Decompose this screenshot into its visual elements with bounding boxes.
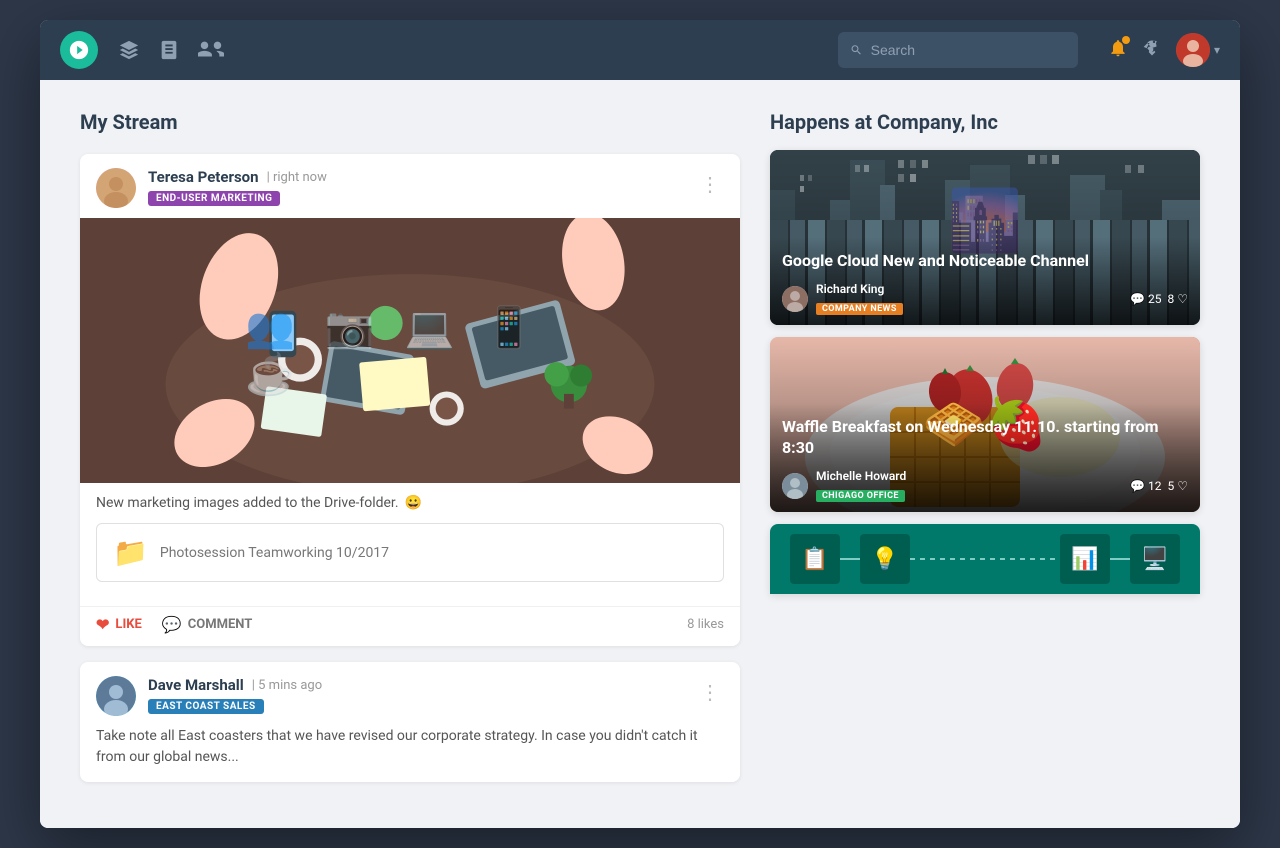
news-image-green: 📋 💡 📊 🖥️ — [770, 524, 1200, 594]
search-icon — [850, 43, 863, 57]
news-author-info-2: Michelle Howard CHIGAGO OFFICE — [816, 469, 1122, 502]
post-author-name-dave: Dave Marshall — [148, 676, 244, 694]
post-time: | right now — [267, 170, 327, 185]
layers-icon[interactable] — [118, 39, 140, 61]
post-more-button-2[interactable]: ⋮ — [696, 676, 724, 708]
heart-icon-1: ♡ — [1177, 292, 1188, 306]
post-time-dave: | 5 mins ago — [252, 678, 322, 693]
news-tag-1: COMPANY NEWS — [816, 303, 903, 315]
stream-column: My Stream Teresa Peterson | rig — [80, 110, 740, 798]
news-card-3[interactable]: 📋 💡 📊 🖥️ — [770, 524, 1200, 594]
news-author-name-2: Michelle Howard — [816, 469, 1122, 483]
folder-name: Photosession Teamworking 10/2017 — [160, 545, 389, 561]
post-avatar-teresa — [96, 168, 136, 208]
news-image-city: Google Cloud New and Noticeable Channel — [770, 150, 1200, 325]
post-text-dave: Take note all East coasters that we have… — [80, 726, 740, 782]
comment-count-1: 💬 25 — [1130, 292, 1161, 306]
like-count-1: 8 ♡ — [1167, 292, 1188, 306]
news-overlay-1: Google Cloud New and Noticeable Channel — [770, 237, 1200, 325]
post-caption: New marketing images added to the Drive-… — [96, 495, 724, 511]
happens-title: Happens at Company, Inc — [770, 110, 1200, 134]
news-avatar-richard — [782, 286, 808, 312]
news-overlay-2: Waffle Breakfast on Wednesday 11.10. sta… — [770, 403, 1200, 512]
post-header-2: Dave Marshall | 5 mins ago EAST COAST SA… — [80, 662, 740, 726]
app-logo[interactable] — [60, 31, 98, 69]
meeting-image — [80, 218, 740, 483]
news-footer-1: Richard King COMPANY NEWS 💬 25 8 — [782, 282, 1188, 315]
comment-count-2: 💬 12 — [1130, 479, 1161, 493]
post-author-line: Teresa Peterson | right now — [148, 168, 684, 186]
svg-text:💡: 💡 — [871, 546, 898, 572]
post-author-name: Teresa Peterson — [148, 168, 259, 186]
news-footer-2: Michelle Howard CHIGAGO OFFICE 💬 12 5 — [782, 469, 1188, 502]
news-author-name-1: Richard King — [816, 282, 1122, 296]
bell-icon[interactable] — [1108, 38, 1128, 63]
like-count: 8 likes — [687, 617, 724, 632]
news-avatar-michelle — [782, 473, 808, 499]
search-input[interactable] — [871, 42, 1066, 58]
happens-column: Happens at Company, Inc — [770, 110, 1200, 798]
news-stats-2: 💬 12 5 ♡ — [1130, 479, 1188, 493]
news-image-food: Waffle Breakfast on Wednesday 11.10. sta… — [770, 337, 1200, 512]
post-author-line-dave: Dave Marshall | 5 mins ago — [148, 676, 684, 694]
app-window: ▾ My Stream — [40, 20, 1240, 828]
post-body-teresa: New marketing images added to the Drive-… — [80, 483, 740, 606]
post-avatar-dave — [96, 676, 136, 716]
post-header-1: Teresa Peterson | right now END-USER MAR… — [80, 154, 740, 218]
like-count-2: 5 ♡ — [1167, 479, 1188, 493]
news-card-1[interactable]: Google Cloud New and Noticeable Channel — [770, 150, 1200, 325]
rocket-icon[interactable] — [1142, 38, 1162, 63]
comment-icon-2: 💬 — [1130, 479, 1145, 493]
news-tag-2: CHIGAGO OFFICE — [816, 490, 905, 502]
people-icon[interactable] — [198, 39, 224, 61]
caption-emoji: 😀 — [405, 495, 422, 511]
main-content: My Stream Teresa Peterson | rig — [40, 80, 1240, 828]
folder-icon: 📁 — [113, 536, 148, 569]
navbar: ▾ — [40, 20, 1240, 80]
svg-text:📋: 📋 — [801, 546, 828, 572]
comment-icon-1: 💬 — [1130, 292, 1145, 306]
news-card-2[interactable]: Waffle Breakfast on Wednesday 11.10. sta… — [770, 337, 1200, 512]
heart-icon: ❤ — [96, 615, 109, 634]
news-stats-1: 💬 25 8 ♡ — [1130, 292, 1188, 306]
folder-link[interactable]: 📁 Photosession Teamworking 10/2017 — [96, 523, 724, 582]
news-title-1: Google Cloud New and Noticeable Channel — [782, 251, 1188, 272]
search-bar[interactable] — [838, 32, 1078, 68]
post-tag-sales: EAST COAST SALES — [148, 699, 264, 714]
post-actions-1: ❤ LIKE 💬 COMMENT 8 likes — [80, 606, 740, 646]
post-meta-dave: Dave Marshall | 5 mins ago EAST COAST SA… — [148, 676, 684, 714]
like-button[interactable]: ❤ LIKE — [96, 615, 142, 634]
svg-text:🖥️: 🖥️ — [1141, 546, 1168, 572]
stream-title: My Stream — [80, 110, 740, 134]
heart-icon-2: ♡ — [1177, 479, 1188, 493]
post-tag-marketing: END-USER MARKETING — [148, 191, 280, 206]
svg-text:📊: 📊 — [1071, 546, 1098, 572]
post-card-2: Dave Marshall | 5 mins ago EAST COAST SA… — [80, 662, 740, 782]
nav-right-icons: ▾ — [1108, 33, 1220, 67]
post-image-teresa — [80, 218, 740, 483]
comment-icon: 💬 — [162, 615, 182, 634]
news-title-2: Waffle Breakfast on Wednesday 11.10. sta… — [782, 417, 1188, 459]
chevron-down-icon: ▾ — [1214, 43, 1220, 57]
user-avatar-nav[interactable]: ▾ — [1176, 33, 1220, 67]
post-card-1: Teresa Peterson | right now END-USER MAR… — [80, 154, 740, 646]
news-author-info-1: Richard King COMPANY NEWS — [816, 282, 1122, 315]
book-icon[interactable] — [158, 39, 180, 61]
nav-icons — [118, 39, 224, 61]
comment-button[interactable]: 💬 COMMENT — [162, 615, 253, 634]
post-more-button[interactable]: ⋮ — [696, 168, 724, 200]
user-avatar — [1176, 33, 1210, 67]
post-meta-teresa: Teresa Peterson | right now END-USER MAR… — [148, 168, 684, 206]
